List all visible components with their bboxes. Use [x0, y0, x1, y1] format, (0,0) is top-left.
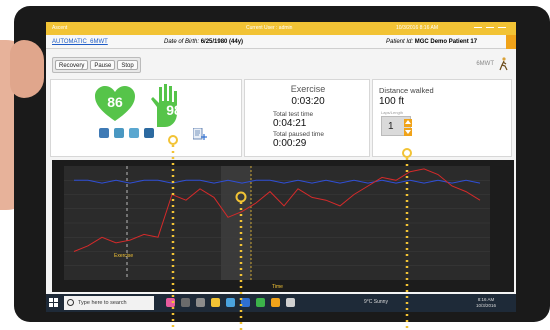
- sensor-device-icon[interactable]: [129, 128, 139, 138]
- window-controls[interactable]: [472, 24, 508, 32]
- device-icons: [99, 128, 154, 138]
- date-of-birth: Date of Birth: 6/25/1980 (44y): [164, 39, 244, 45]
- control-row: Recovery Pause Stop 6MWT: [46, 49, 516, 79]
- clock-date: 10/3/2016: [476, 303, 497, 308]
- menu-handle[interactable]: [506, 35, 516, 49]
- test-type-label: 6MWT: [476, 61, 494, 67]
- app-screen: Ascent Current User : admin 10/3/2016 8:…: [46, 22, 516, 312]
- title-bar: Ascent Current User : admin 10/3/2016 8:…: [46, 22, 516, 35]
- stop-button[interactable]: Stop: [117, 60, 138, 70]
- taskbar-search-box[interactable]: Type here to search: [64, 296, 154, 310]
- lap-counter: 1: [381, 116, 412, 136]
- ascent-app-icon[interactable]: [271, 298, 280, 307]
- app-icon-1[interactable]: [166, 298, 175, 307]
- add-report-icon[interactable]: [193, 128, 207, 140]
- ecg-device-icon[interactable]: [99, 128, 109, 138]
- chart-svg: Exercise Time: [52, 160, 514, 292]
- pause-button[interactable]: Pause: [90, 60, 116, 70]
- maximize-icon[interactable]: [486, 27, 494, 28]
- taskbar-clock[interactable]: 8:16 AM 10/3/2016: [476, 297, 496, 309]
- windows-taskbar: Type here to search 9°C Sunny 8:16 AM 10…: [46, 294, 516, 312]
- total-time-label: Total test time: [273, 111, 314, 118]
- windows-start-icon[interactable]: [49, 298, 58, 307]
- oximeter-device-icon[interactable]: [144, 128, 154, 138]
- search-placeholder: Type here to search: [78, 300, 127, 306]
- search-icon: [67, 299, 74, 306]
- mail-icon[interactable]: [241, 298, 250, 307]
- current-user: Current User : admin: [246, 25, 293, 31]
- test-link[interactable]: AUTOMATIC_6MWT: [52, 39, 108, 45]
- stats-panels: 86 98 Exercise 0:03:20 Total test time 0…: [46, 79, 516, 157]
- chrome-icon[interactable]: [256, 298, 265, 307]
- taskbar-weather: 9°C Sunny: [364, 299, 388, 305]
- total-time-value: 0:04:21: [273, 118, 307, 129]
- distance-label: Distance walked: [379, 86, 434, 95]
- walker-icon: [499, 57, 508, 71]
- app-icon-3[interactable]: [196, 298, 205, 307]
- exercise-panel: Exercise 0:03:20 Total test time 0:04:21…: [244, 79, 370, 157]
- taskbar-apps: [166, 298, 295, 307]
- app-icon-9[interactable]: [286, 298, 295, 307]
- lap-count: 1: [388, 121, 394, 132]
- exercise-marker-label: Exercise: [114, 253, 133, 259]
- distance-panel: Distance walked 100 ft Laps/Length 1: [372, 79, 512, 157]
- patient-info-bar: AUTOMATIC_6MWT Date of Birth: 6/25/1980 …: [46, 35, 516, 49]
- vitals-chart: Exercise Time: [52, 160, 514, 292]
- spo2-value: 98: [166, 102, 182, 118]
- close-icon[interactable]: [498, 27, 506, 28]
- hand-thumb: [10, 40, 44, 98]
- exercise-time: 0:03:20: [291, 96, 325, 107]
- file-explorer-icon[interactable]: [211, 298, 220, 307]
- app-icon-2[interactable]: [181, 298, 190, 307]
- recovery-button[interactable]: Recovery: [55, 60, 89, 70]
- lap-decrement-button[interactable]: [404, 128, 412, 136]
- browser-icon[interactable]: [226, 298, 235, 307]
- app-name: Ascent: [52, 25, 68, 31]
- lap-increment-button[interactable]: [404, 119, 412, 127]
- title-datetime: 10/3/2016 8:16 AM: [396, 25, 438, 31]
- vitals-panel: 86 98: [50, 79, 242, 157]
- bp-device-icon[interactable]: [114, 128, 124, 138]
- heart-rate-value: 86: [107, 94, 123, 110]
- x-axis-label: Time: [272, 284, 283, 290]
- test-controls: Recovery Pause Stop: [52, 57, 141, 73]
- exercise-title: Exercise: [290, 84, 326, 94]
- minimize-icon[interactable]: [474, 27, 482, 28]
- paused-time-label: Total paused time: [273, 131, 324, 138]
- paused-time-value: 0:00:29: [273, 138, 307, 149]
- laps-label: Laps/Length: [381, 110, 404, 115]
- distance-value: 100 ft: [379, 96, 405, 107]
- patient-id: Patient Id: MGC Demo Patient 17: [386, 39, 478, 45]
